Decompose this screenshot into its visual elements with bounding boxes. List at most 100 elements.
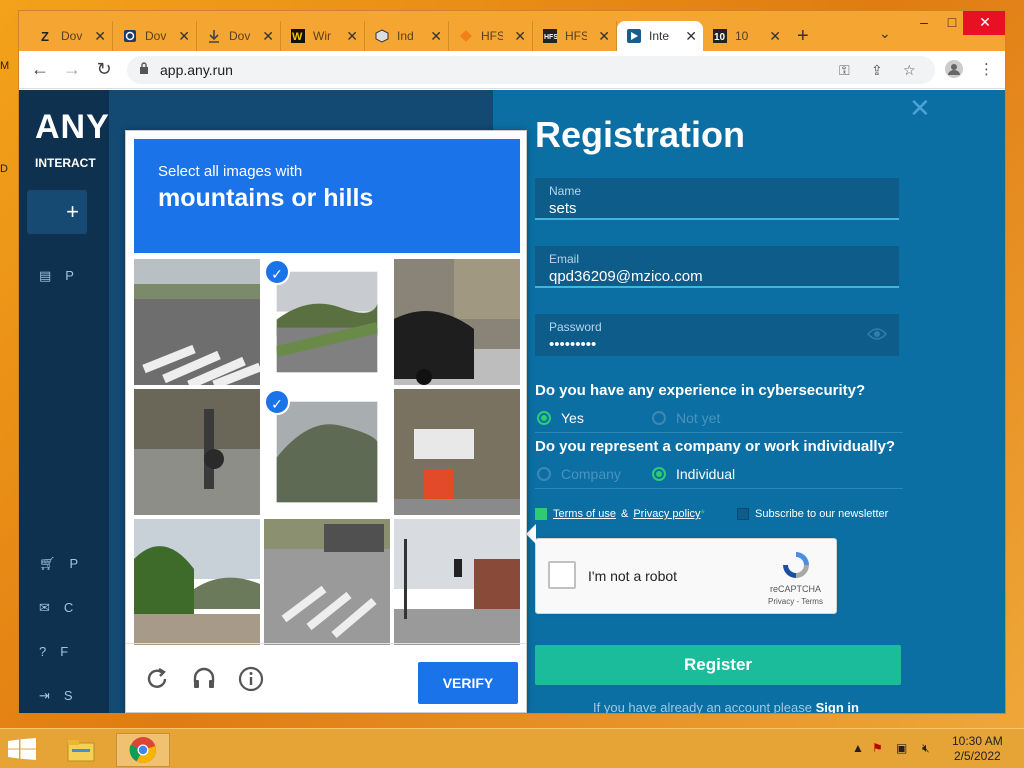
privacy-link[interactable]: Privacy policy <box>633 508 700 520</box>
captcha-tile-selected[interactable]: ✓ <box>264 389 390 515</box>
reload-challenge-icon[interactable] <box>144 666 170 692</box>
terms-checkbox[interactable] <box>535 508 547 520</box>
browser-tab[interactable]: W Wir ✕ <box>281 21 365 51</box>
key-icon[interactable]: ⚿ <box>839 62 850 79</box>
captcha-tile[interactable] <box>394 259 520 385</box>
sidebar-item-label: C <box>63 600 74 615</box>
system-clock[interactable]: 10:30 AM 2/5/2022 <box>952 734 1003 764</box>
new-tab-icon[interactable]: + <box>797 25 809 48</box>
sidebar-item[interactable]: 🛒︎ P <box>39 556 78 572</box>
show-password-icon[interactable] <box>867 327 887 341</box>
profile-icon[interactable] <box>945 60 963 82</box>
experience-not-yet-radio[interactable]: Not yet <box>652 410 720 426</box>
tab-label: HFS <box>565 29 587 43</box>
back-arrow-icon[interactable]: ← <box>29 59 51 80</box>
share-icon[interactable]: ⇪ <box>871 62 883 79</box>
recaptcha-label: I'm not a robot <box>588 568 678 584</box>
index-icon <box>375 29 389 43</box>
browser-tab[interactable]: 10 10 ✕ <box>703 21 787 51</box>
action-center-flag-icon[interactable]: ⚑ <box>872 741 883 755</box>
captcha-tile[interactable] <box>394 389 520 515</box>
cart-icon: 🛒︎ <box>39 556 56 571</box>
help-icon: ? <box>39 644 47 659</box>
recaptcha-checkbox[interactable] <box>548 561 576 589</box>
browser-toolbar: ← → ↻ app.any.run ⚿ ⇪ ☆ ⋮ <box>19 51 1005 89</box>
captcha-tile[interactable] <box>134 259 260 385</box>
tab-close-icon[interactable]: ✕ <box>94 28 106 45</box>
dialog-close-icon[interactable]: ✕ <box>909 93 931 124</box>
windows-start-icon[interactable] <box>8 738 36 760</box>
signin-link[interactable]: Sign in <box>816 700 859 713</box>
browser-tab[interactable]: HFS ✕ <box>449 21 533 51</box>
radio-label: Company <box>561 466 621 482</box>
captcha-tile[interactable] <box>394 519 520 645</box>
company-radio[interactable]: Company <box>537 466 621 482</box>
browser-tab[interactable]: HFS HFS ✕ <box>533 21 617 51</box>
volume-mute-icon[interactable]: 🔇︎ <box>922 741 930 756</box>
info-icon[interactable] <box>238 666 264 692</box>
new-task-button[interactable]: + <box>27 190 87 234</box>
browser-tab-active[interactable]: Inte ✕ <box>617 21 703 51</box>
selected-check-icon: ✓ <box>264 259 290 285</box>
recaptcha-links[interactable]: Privacy - Terms <box>768 597 823 606</box>
signin-icon: ⇥ <box>39 688 50 703</box>
tab-close-icon[interactable]: ✕ <box>346 28 358 45</box>
window-close-icon[interactable]: ✕ <box>963 11 1005 35</box>
captcha-tile[interactable] <box>134 519 260 645</box>
tab-label: Dov <box>145 29 167 43</box>
newsletter-checkbox[interactable] <box>737 508 749 520</box>
terms-amp: & <box>620 508 629 520</box>
tab-close-icon[interactable]: ✕ <box>430 28 442 45</box>
name-value[interactable]: sets <box>549 200 577 217</box>
network-icon[interactable]: ▣ <box>896 741 907 755</box>
address-bar[interactable]: app.any.run ⚿ ⇪ ☆ <box>127 56 935 84</box>
tab-close-icon[interactable]: ✕ <box>685 28 697 45</box>
sidebar-item[interactable]: ⇥ S <box>39 688 73 704</box>
tab-search-icon[interactable]: ⌄ <box>879 25 891 42</box>
chrome-taskbar-button[interactable] <box>116 733 170 767</box>
sidebar-item[interactable]: ? F <box>39 644 68 659</box>
mail-icon: ✉ <box>39 600 50 615</box>
tab-close-icon[interactable]: ✕ <box>178 28 190 45</box>
email-field[interactable]: Email qpd36209@mzico.com <box>535 246 899 288</box>
reload-icon[interactable]: ↻ <box>93 59 115 80</box>
forward-arrow-icon[interactable]: → <box>61 59 83 80</box>
verify-button[interactable]: VERIFY <box>418 662 518 704</box>
tray-expand-icon[interactable]: ▲ <box>852 741 864 755</box>
register-button[interactable]: Register <box>535 645 901 685</box>
captcha-tile[interactable] <box>134 389 260 515</box>
individual-radio[interactable]: Individual <box>652 466 735 482</box>
browser-tab[interactable]: Ind ✕ <box>365 21 449 51</box>
lock-icon <box>140 62 148 74</box>
sidebar-item[interactable]: ✉ C <box>39 600 73 616</box>
tab-close-icon[interactable]: ✕ <box>514 28 526 45</box>
browser-tab[interactable]: Dov ✕ <box>197 21 281 51</box>
terms-link[interactable]: Terms of use <box>553 508 616 520</box>
experience-yes-radio[interactable]: Yes <box>537 410 584 426</box>
browser-window: Z Dov ✕ Dov ✕ Dov ✕ W Wir ✕ Ind ✕ HFS ✕ … <box>18 10 1006 714</box>
chrome-icon <box>129 737 156 764</box>
tab-close-icon[interactable]: ✕ <box>598 28 610 45</box>
challenge-target: mountains or hills <box>158 184 374 212</box>
newsletter-label: Subscribe to our newsletter <box>755 508 889 520</box>
browser-tab[interactable]: Z Dov ✕ <box>29 21 113 51</box>
audio-challenge-icon[interactable] <box>191 666 217 692</box>
file-explorer-taskbar-button[interactable] <box>54 733 108 767</box>
browser-tab[interactable]: Dov ✕ <box>113 21 197 51</box>
password-value[interactable]: ••••••••• <box>549 336 596 353</box>
email-value[interactable]: qpd36209@mzico.com <box>549 268 703 285</box>
tab-close-icon[interactable]: ✕ <box>262 28 274 45</box>
captcha-tile[interactable] <box>264 519 390 645</box>
url-text[interactable]: app.any.run <box>160 62 233 78</box>
bookmark-star-icon[interactable]: ☆ <box>903 62 916 79</box>
name-field[interactable]: Name sets <box>535 178 899 220</box>
radio-dot <box>652 467 666 481</box>
menu-dots-icon[interactable]: ⋮ <box>979 60 994 78</box>
sidebar-item[interactable]: ▤ P <box>39 268 74 284</box>
minimize-icon[interactable]: – <box>909 11 939 35</box>
captcha-tile-selected[interactable]: ✓ <box>264 259 390 385</box>
tile-image <box>264 519 390 645</box>
password-field[interactable]: Password ••••••••• <box>535 314 899 356</box>
tab-close-icon[interactable]: ✕ <box>769 28 781 45</box>
zippyshare-icon: Z <box>39 29 53 43</box>
